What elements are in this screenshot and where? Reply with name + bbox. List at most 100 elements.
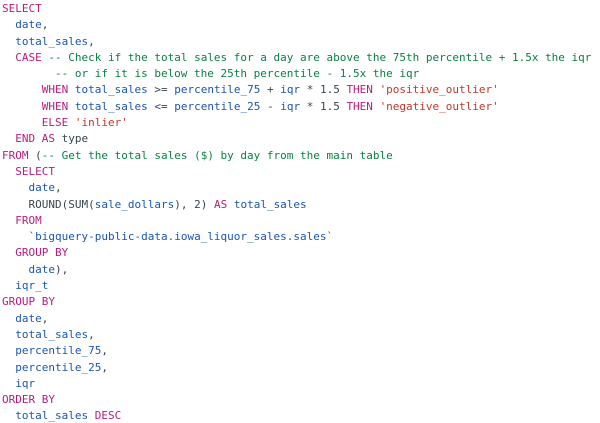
sql-keyword: WHEN [41,83,69,97]
code-line[interactable]: ORDER BY [2,392,600,408]
sql-identifier: total_sales [233,197,307,211]
sql-identifier: iqr_t [15,279,49,293]
sql-text: - [260,99,281,113]
sql-text: ), [55,262,69,276]
sql-identifier: percentile_25 [15,360,102,374]
code-line[interactable]: WHEN total_sales <= percentile_25 - iqr … [2,99,600,115]
sql-identifier: iqr [280,99,301,113]
code-line[interactable]: SELECT [2,1,600,17]
sql-keyword: SELECT [15,164,55,178]
sql-text: , [41,18,49,32]
sql-text: ), 2) [174,197,214,211]
sql-keyword: DESC [94,409,122,423]
sql-text: , [101,344,108,358]
code-line[interactable]: GROUP BY [2,294,600,310]
sql-text: , [41,311,49,325]
sql-identifier: total_sales [74,83,148,97]
sql-text: + [260,83,281,97]
sql-identifier: total_sales [74,99,148,113]
sql-text: <= [147,99,175,113]
sql-identifier: total_sales [15,34,89,48]
sql-text: , [55,181,62,195]
sql-keyword: WHEN [41,99,69,113]
code-line[interactable]: END AS type [2,131,600,147]
sql-string: 'positive_outlier' [379,83,499,97]
code-line[interactable]: percentile_25, [2,360,600,376]
code-line[interactable]: -- or if it is below the 25th percentile… [2,66,600,82]
sql-identifier: date [15,311,42,325]
sql-identifier: `bigquery-public-data.iowa_liquor_sales.… [28,230,334,244]
code-line[interactable]: date, [2,17,600,33]
sql-text: ( [28,148,42,162]
code-line[interactable]: iqr_t [2,278,600,294]
sql-keyword: SELECT [2,2,42,15]
sql-text: type [55,132,89,146]
code-line[interactable]: CASE -- Check if the total sales for a d… [2,50,600,66]
sql-code-area[interactable]: SELECT date, total_sales, CASE -- Check … [2,1,600,423]
sql-identifier: date [28,262,56,276]
code-line[interactable]: date, [2,180,600,196]
code-line[interactable]: total_sales DESC [2,408,600,423]
sql-keyword: END [15,132,36,146]
sql-keyword: FROM [15,213,42,227]
sql-identifier: total_sales [15,409,89,423]
code-line[interactable]: WHEN total_sales >= percentile_75 + iqr … [2,82,600,98]
code-line[interactable]: iqr [2,376,600,392]
sql-identifier: sale_dollars [94,197,175,211]
sql-keyword: AS [41,132,55,146]
sql-identifier: total_sales [15,327,89,341]
code-line[interactable]: GROUP BY [2,245,600,261]
sql-text: * 1.5 [300,83,347,97]
code-line[interactable]: SELECT [2,164,600,180]
code-line[interactable]: ELSE 'inlier' [2,115,600,131]
code-line[interactable]: FROM [2,213,600,229]
sql-identifier: percentile_75 [174,83,261,97]
sql-identifier: iqr [280,83,301,97]
sql-text: , [88,34,95,48]
code-line[interactable]: FROM (-- Get the total sales ($) by day … [2,148,600,164]
code-line[interactable]: date, [2,311,600,327]
code-line[interactable]: total_sales, [2,34,600,50]
code-line[interactable]: ROUND(SUM(sale_dollars), 2) AS total_sal… [2,197,600,213]
code-line[interactable]: total_sales, [2,327,600,343]
sql-keyword: ORDER BY [2,393,55,407]
sql-keyword: CASE [15,50,42,64]
code-line[interactable]: date), [2,262,600,278]
sql-keyword: THEN [346,83,373,97]
sql-string: 'negative_outlier' [379,99,499,113]
code-line[interactable]: percentile_75, [2,343,600,359]
sql-comment: -- Get the total sales ($) by day from t… [41,148,393,162]
sql-keyword: GROUP BY [15,246,69,260]
sql-keyword: FROM [2,148,29,162]
sql-identifier: percentile_75 [15,344,102,358]
sql-text: * 1.5 [300,99,347,113]
sql-keyword: GROUP BY [2,295,55,309]
sql-string: 'inlier' [74,116,128,130]
code-line[interactable]: `bigquery-public-data.iowa_liquor_sales.… [2,229,600,245]
sql-identifier: iqr [15,376,36,390]
sql-editor[interactable]: SELECT date, total_sales, CASE -- Check … [0,0,600,423]
